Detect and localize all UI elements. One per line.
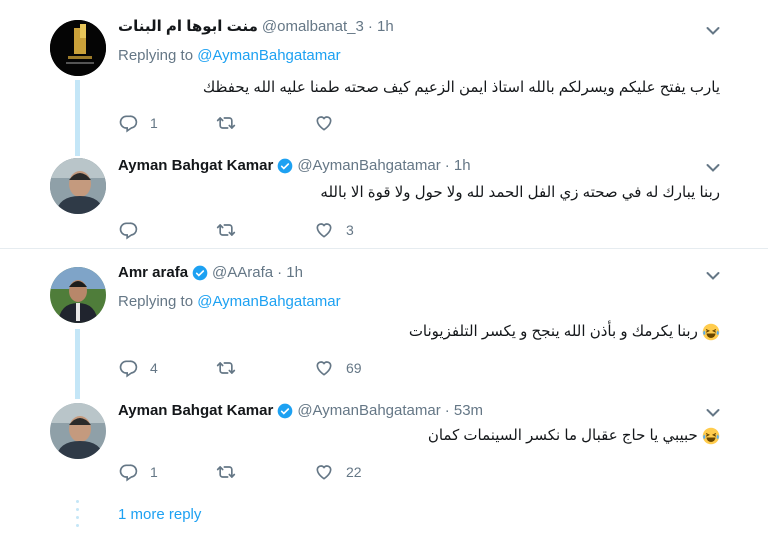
heart-icon	[314, 220, 334, 240]
verified-badge-icon	[277, 403, 293, 419]
tweet-text: ربنا يبارك له في صحته زي الفل الحمد لله …	[320, 184, 720, 201]
chevron-down-icon[interactable]	[706, 271, 720, 281]
like-count: 3	[346, 222, 354, 238]
more-replies-dots	[76, 500, 79, 532]
heart-icon	[314, 358, 334, 378]
like-button[interactable]: 3	[314, 220, 412, 240]
author-name[interactable]: Ayman Bahgat Kamar	[118, 157, 273, 174]
conversation-group: منت ابوها ام البنات @omalbanat_3 · 1h Re…	[0, 0, 768, 249]
tweet-time[interactable]: · 53m	[445, 402, 483, 419]
verified-badge-icon	[192, 265, 208, 281]
tweet-time[interactable]: · 1h	[277, 264, 303, 281]
avatar-image	[50, 267, 106, 323]
heart-icon	[314, 462, 334, 482]
verified-badge-icon	[277, 158, 293, 174]
replying-to-label: Replying to	[118, 293, 194, 310]
reply-button[interactable]: 1	[118, 113, 216, 133]
tweet-actions: 1	[118, 113, 412, 133]
chevron-down-icon[interactable]	[706, 163, 720, 173]
avatar-image	[50, 403, 106, 459]
author-name[interactable]: Amr arafa	[118, 264, 188, 281]
chevron-down-icon[interactable]	[706, 408, 720, 418]
tweet-header: Ayman Bahgat Kamar @AymanBahgatamar · 1h	[118, 157, 471, 174]
avatar[interactable]	[50, 158, 106, 214]
avatar-image	[50, 158, 106, 214]
author-handle[interactable]: @AymanBahgatamar	[297, 402, 440, 419]
reply-count: 4	[150, 360, 158, 376]
reply-icon	[118, 462, 138, 482]
retweet-icon	[216, 220, 236, 240]
reply-button[interactable]: 1	[118, 462, 216, 482]
author-name[interactable]: منت ابوها ام البنات	[118, 17, 258, 35]
reply-count: 1	[150, 464, 158, 480]
laughing-emoji-icon	[702, 323, 720, 341]
retweet-icon	[216, 462, 236, 482]
thread-connector-line	[75, 80, 80, 156]
replying-to-label: Replying to	[118, 47, 194, 64]
author-handle[interactable]: @AymanBahgatamar	[297, 157, 440, 174]
author-handle[interactable]: @AArafa	[212, 264, 273, 281]
retweet-button[interactable]	[216, 113, 314, 133]
tweet-time[interactable]: · 1h	[445, 157, 471, 174]
replying-to-link[interactable]: @AymanBahgatamar	[197, 293, 340, 310]
retweet-button[interactable]	[216, 358, 314, 378]
tweet-text-content: ربنا يكرمك و بأذن الله ينجح و يكسر التلف…	[408, 323, 698, 340]
replying-to: Replying to @AymanBahgatamar	[118, 293, 341, 310]
laughing-emoji-icon	[702, 427, 720, 445]
tweet-time[interactable]: · 1h	[368, 18, 394, 35]
conversation-group: Amr arafa @AArafa · 1h Replying to @Ayma…	[0, 249, 768, 541]
like-button[interactable]: 69	[314, 358, 412, 378]
chevron-down-icon[interactable]	[706, 26, 720, 36]
replying-to: Replying to @AymanBahgatamar	[118, 47, 341, 64]
reply-button[interactable]	[118, 220, 216, 240]
heart-icon	[314, 113, 334, 133]
like-count: 69	[346, 360, 362, 376]
like-count: 22	[346, 464, 362, 480]
tweet-text-content: حبيبي يا حاج عقبال ما نكسر السينمات كمان	[427, 427, 698, 444]
more-replies-link[interactable]: 1 more reply	[118, 506, 201, 523]
like-button[interactable]: 22	[314, 462, 412, 482]
thread-connector-line	[75, 329, 80, 399]
conversation-thread: منت ابوها ام البنات @omalbanat_3 · 1h Re…	[0, 0, 768, 541]
avatar[interactable]	[50, 20, 106, 76]
tweet-actions: 1 22	[118, 462, 412, 482]
author-name[interactable]: Ayman Bahgat Kamar	[118, 402, 273, 419]
retweet-icon	[216, 113, 236, 133]
tweet-header: منت ابوها ام البنات @omalbanat_3 · 1h	[118, 17, 394, 36]
reply-count: 1	[150, 115, 158, 131]
avatar-image	[50, 20, 106, 76]
retweet-button[interactable]	[216, 220, 314, 240]
reply-icon	[118, 358, 138, 378]
tweet-actions: 4 69	[118, 358, 412, 378]
tweet-header: Amr arafa @AArafa · 1h	[118, 264, 303, 281]
replying-to-link[interactable]: @AymanBahgatamar	[197, 47, 340, 64]
avatar[interactable]	[50, 267, 106, 323]
reply-button[interactable]: 4	[118, 358, 216, 378]
avatar[interactable]	[50, 403, 106, 459]
tweet-header: Ayman Bahgat Kamar @AymanBahgatamar · 53…	[118, 402, 483, 419]
tweet-text: حبيبي يا حاج عقبال ما نكسر السينمات كمان	[118, 426, 720, 445]
retweet-button[interactable]	[216, 462, 314, 482]
like-button[interactable]	[314, 113, 412, 133]
retweet-icon	[216, 358, 236, 378]
reply-icon	[118, 113, 138, 133]
tweet-text: ربنا يكرمك و بأذن الله ينجح و يكسر التلف…	[118, 322, 720, 341]
tweet-text: يارب يفتح عليكم ويسرلكم بالله استاذ ايمن…	[202, 79, 720, 96]
tweet-actions: 3	[118, 220, 412, 240]
author-handle[interactable]: @omalbanat_3	[262, 18, 364, 35]
reply-icon	[118, 220, 138, 240]
